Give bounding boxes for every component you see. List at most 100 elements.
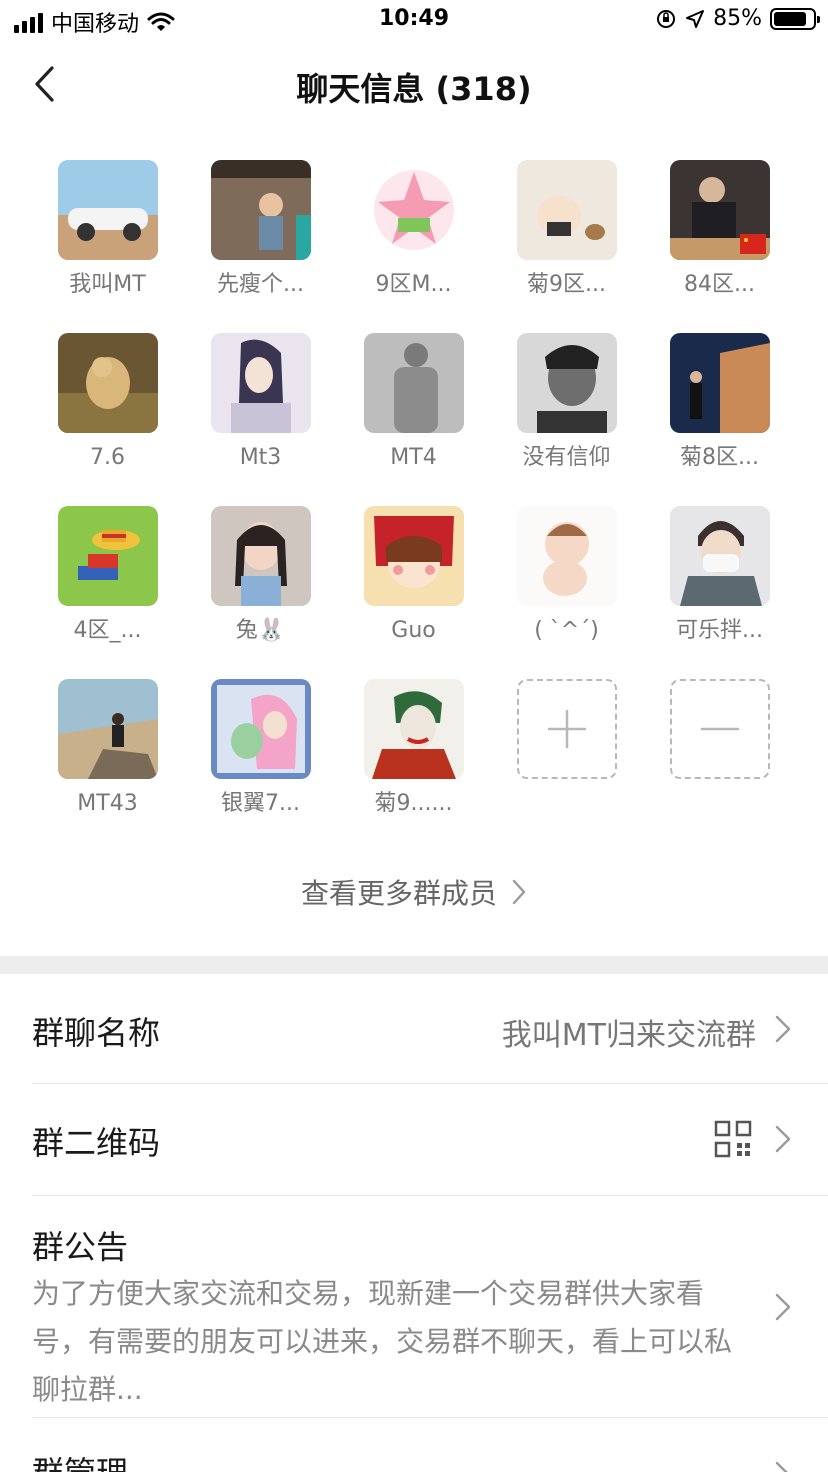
- group-name-row[interactable]: 群聊名称 我叫MT归来交流群: [32, 974, 828, 1084]
- anime-swordsman-drawing: [210, 333, 311, 433]
- members-grid: 我叫MT 先瘦个... 9区M... 菊9区... 84区... 7.6 Mt3 MT4 没有信…: [31, 160, 797, 819]
- member-name: 7.6: [90, 445, 125, 470]
- page-title: 聊天信息 (318): [296, 70, 532, 108]
- minus-icon: [700, 727, 739, 731]
- chevron-right-icon: [775, 1461, 788, 1472]
- member-name: 可乐拌...: [676, 618, 763, 643]
- member-item[interactable]: 7.6: [31, 333, 184, 473]
- member-item[interactable]: Guo: [337, 506, 490, 646]
- group-manage-row[interactable]: 群管理: [32, 1418, 828, 1472]
- member-item[interactable]: MT43: [31, 679, 184, 819]
- member-name: 4区_...: [73, 618, 142, 643]
- qr-code-icon: [714, 1120, 752, 1158]
- add-member-button[interactable]: [490, 679, 643, 819]
- add-member-tile[interactable]: [516, 679, 617, 779]
- straw-hat-cartoon: [57, 506, 158, 606]
- member-avatar[interactable]: [210, 506, 311, 606]
- remove-member-button[interactable]: [643, 679, 796, 819]
- member-item[interactable]: MT4: [337, 333, 490, 473]
- member-item[interactable]: 银翼7...: [184, 679, 337, 819]
- member-avatar[interactable]: [57, 506, 158, 606]
- member-name: 菊9区...: [527, 272, 606, 297]
- group-notice-row[interactable]: 群公告 为了方便大家交流和交易，现新建一个交易群供大家看号，有需要的朋友可以进来…: [32, 1196, 828, 1418]
- member-item[interactable]: 84区...: [643, 160, 796, 300]
- settings-list: 群聊名称 我叫MT归来交流群 群二维码 群公告 为了方便大家交流和交易，现新建一…: [0, 974, 828, 1472]
- group-notice-text: 为了方便大家交流和交易，现新建一个交易群供大家看号，有需要的朋友可以进来，交易群…: [32, 1277, 733, 1406]
- member-item[interactable]: Mt3: [184, 333, 337, 473]
- member-item[interactable]: 4区_...: [31, 506, 184, 646]
- battery-percent: 85%: [713, 6, 762, 31]
- member-avatar[interactable]: [669, 506, 770, 606]
- member-item[interactable]: 先瘦个...: [184, 160, 337, 300]
- orientation-lock-icon: [657, 9, 676, 28]
- member-name: 没有信仰: [522, 445, 611, 470]
- member-name: Mt3: [239, 445, 282, 470]
- cartoon-pig-baby-sticker: [516, 506, 617, 606]
- member-item[interactable]: 我叫MT: [31, 160, 184, 300]
- member-item[interactable]: 9区M...: [337, 160, 490, 300]
- member-avatar[interactable]: [210, 679, 311, 779]
- member-avatar[interactable]: [57, 679, 158, 779]
- member-item[interactable]: 兔🐰: [184, 506, 337, 646]
- dog-in-field-photo: [57, 333, 158, 433]
- child-in-restaurant-photo: [210, 160, 311, 260]
- member-item[interactable]: 菊9......: [337, 679, 490, 819]
- member-item[interactable]: ( ˋ^ˊ): [490, 506, 643, 646]
- group-manage-label: 群管理: [32, 1448, 128, 1472]
- battery-icon: [770, 7, 820, 30]
- plus-icon: [547, 709, 586, 749]
- member-avatar[interactable]: [363, 160, 464, 260]
- member-name: ( ˋ^ˊ): [534, 618, 599, 643]
- patrick-star-sticker: [363, 160, 464, 260]
- member-name: 我叫MT: [69, 272, 146, 297]
- member-avatar[interactable]: [516, 333, 617, 433]
- member-item[interactable]: 没有信仰: [490, 333, 643, 473]
- member-name: 菊9......: [374, 791, 453, 816]
- anime-couple-drawing: [210, 679, 311, 779]
- man-at-table-photo: [669, 160, 770, 260]
- status-right: 85%: [655, 6, 820, 31]
- chevron-right-icon: [775, 1015, 791, 1043]
- member-name: 9区M...: [375, 272, 452, 297]
- member-name: MT4: [390, 445, 437, 470]
- member-item[interactable]: 可乐拌...: [643, 506, 796, 646]
- bw-portrait-photo: [516, 333, 617, 433]
- sports-car-photo: [57, 160, 158, 260]
- member-avatar[interactable]: [57, 333, 158, 433]
- member-avatar[interactable]: [669, 333, 770, 433]
- chevron-right-icon: [512, 879, 526, 905]
- member-name: 84区...: [684, 272, 755, 297]
- member-item[interactable]: 菊9区...: [490, 160, 643, 300]
- location-icon: [686, 9, 705, 28]
- view-more-members-label: 查看更多群成员: [300, 877, 497, 910]
- member-avatar[interactable]: [57, 160, 158, 260]
- member-avatar[interactable]: [363, 506, 464, 606]
- chevron-right-icon: [775, 1293, 791, 1321]
- remove-member-tile[interactable]: [669, 679, 770, 779]
- joker-illustration: [363, 679, 464, 779]
- section-divider: [0, 956, 828, 974]
- bw-athlete-photo: [363, 333, 464, 433]
- member-avatar[interactable]: [516, 160, 617, 260]
- member-avatar[interactable]: [210, 333, 311, 433]
- member-avatar[interactable]: [669, 160, 770, 260]
- member-avatar[interactable]: [363, 679, 464, 779]
- masked-boy-photo: [669, 506, 770, 606]
- group-name-value: 我叫MT归来交流群: [501, 1018, 756, 1053]
- cartoon-baby-sticker: [516, 160, 617, 260]
- member-avatar[interactable]: [516, 506, 617, 606]
- view-more-members-button[interactable]: 查看更多群成员: [0, 862, 828, 922]
- member-avatar[interactable]: [210, 160, 311, 260]
- girl-with-braids-photo: [210, 506, 311, 606]
- member-avatar[interactable]: [363, 333, 464, 433]
- member-item[interactable]: 菊8区...: [643, 333, 796, 473]
- battery-level: [774, 11, 807, 26]
- chevron-right-icon: [775, 1125, 791, 1153]
- status-bar: 中国移动 10:49 85%: [0, 0, 828, 44]
- group-qr-row[interactable]: 群二维码: [32, 1084, 828, 1196]
- man-on-rocks-photo: [57, 679, 158, 779]
- night-wall-photo: [669, 333, 770, 433]
- group-name-label: 群聊名称: [32, 1014, 161, 1052]
- member-name: 兔🐰: [235, 618, 286, 643]
- group-notice-label: 群公告: [32, 1228, 129, 1266]
